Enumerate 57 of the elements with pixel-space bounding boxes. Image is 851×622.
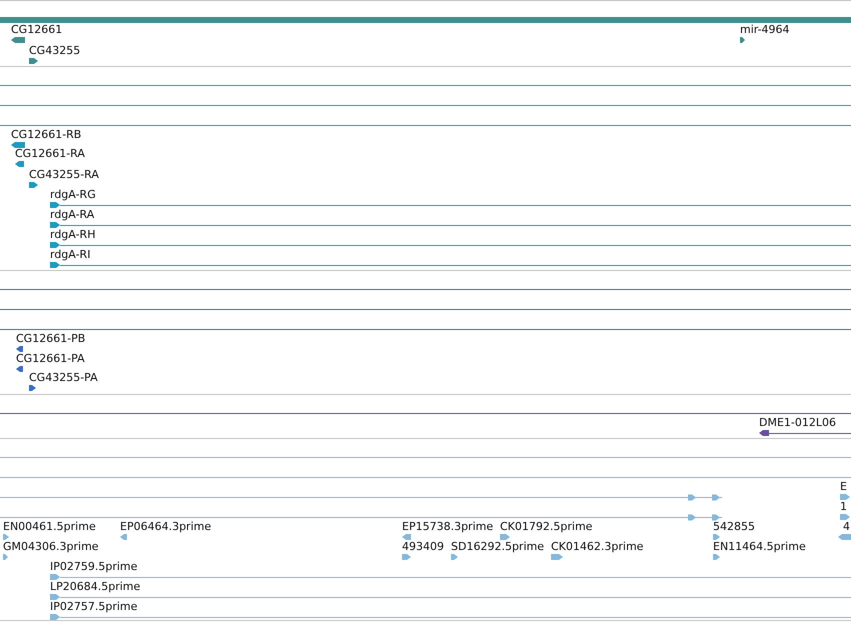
feature-label[interactable]: EN11464.5prime [713, 540, 806, 553]
feature-label[interactable]: rdgA-RA [50, 208, 94, 221]
feature-label[interactable]: CK01462.3prime [551, 540, 644, 553]
feature-label[interactable]: CK01792.5prime [500, 520, 592, 533]
right-arrow-icon[interactable] [29, 58, 38, 64]
feature-label[interactable]: CG43255-PA [29, 371, 98, 384]
feature-label[interactable]: GM04306.3prime [3, 540, 99, 553]
feature-label[interactable]: 493409 [402, 540, 444, 553]
feature-label[interactable]: CG43255 [29, 44, 80, 57]
left-arrow-icon[interactable] [11, 142, 25, 148]
feature-label[interactable]: 4 [843, 520, 850, 533]
right-arrow-icon[interactable] [50, 262, 60, 268]
right-arrow-icon[interactable] [29, 182, 38, 188]
feature-label[interactable]: CG12661-RA [15, 147, 85, 160]
feature-label[interactable]: IP02759.5prime [50, 560, 138, 573]
right-arrow-icon[interactable] [551, 554, 563, 560]
right-arrow-icon[interactable] [3, 534, 9, 540]
feature-label[interactable]: SD16292.5prime [451, 540, 544, 553]
right-arrow-icon[interactable] [50, 594, 60, 600]
feature-label[interactable]: CG43255-RA [29, 168, 99, 181]
feature-label[interactable]: DME1-012L06 [759, 416, 836, 429]
feature-label[interactable]: CG12661-RB [11, 128, 82, 141]
right-arrow-icon[interactable] [713, 554, 720, 560]
feature-label[interactable]: 542855 [713, 520, 755, 533]
feature-label[interactable]: CG12661-PB [16, 332, 86, 345]
feature-label[interactable]: E [840, 480, 847, 493]
right-arrow-icon[interactable] [740, 37, 745, 43]
feature-label[interactable]: IP02757.5prime [50, 600, 138, 613]
left-arrow-icon[interactable] [759, 430, 769, 436]
right-arrow-icon[interactable] [402, 554, 411, 560]
feature-label[interactable]: LP20684.5prime [50, 580, 140, 593]
feature-label[interactable]: rdgA-RI [50, 248, 90, 261]
feature-label[interactable]: EP15738.3prime [402, 520, 494, 533]
right-arrow-icon[interactable] [50, 202, 60, 208]
right-arrow-icon[interactable] [500, 534, 510, 540]
right-arrow-icon[interactable] [3, 554, 8, 560]
left-arrow-icon[interactable] [11, 37, 25, 43]
right-arrow-icon[interactable] [50, 574, 60, 580]
right-arrow-icon[interactable] [451, 554, 458, 560]
left-arrow-icon[interactable] [16, 346, 23, 352]
right-arrow-icon[interactable] [840, 514, 850, 520]
right-arrow-icon[interactable] [29, 385, 36, 391]
right-arrow-icon[interactable] [50, 614, 60, 620]
left-arrow-icon[interactable] [15, 161, 24, 167]
feature-label[interactable]: 1 [840, 500, 847, 513]
right-arrow-icon[interactable] [713, 534, 720, 540]
right-arrow-icon[interactable] [50, 222, 60, 228]
left-arrow-icon[interactable] [16, 366, 23, 372]
right-arrow-icon[interactable] [840, 494, 850, 500]
right-arrow-icon[interactable] [50, 242, 60, 248]
feature-label[interactable]: rdgA-RH [50, 228, 96, 241]
feature-label[interactable]: EP06464.3prime [120, 520, 212, 533]
feature-label[interactable]: EN00461.5prime [3, 520, 96, 533]
feature-label[interactable]: mir-4964 [740, 23, 790, 36]
feature-label[interactable]: CG12661-PA [16, 352, 85, 365]
feature-label[interactable]: rdgA-RG [50, 188, 96, 201]
feature-label[interactable]: CG12661 [11, 23, 62, 36]
